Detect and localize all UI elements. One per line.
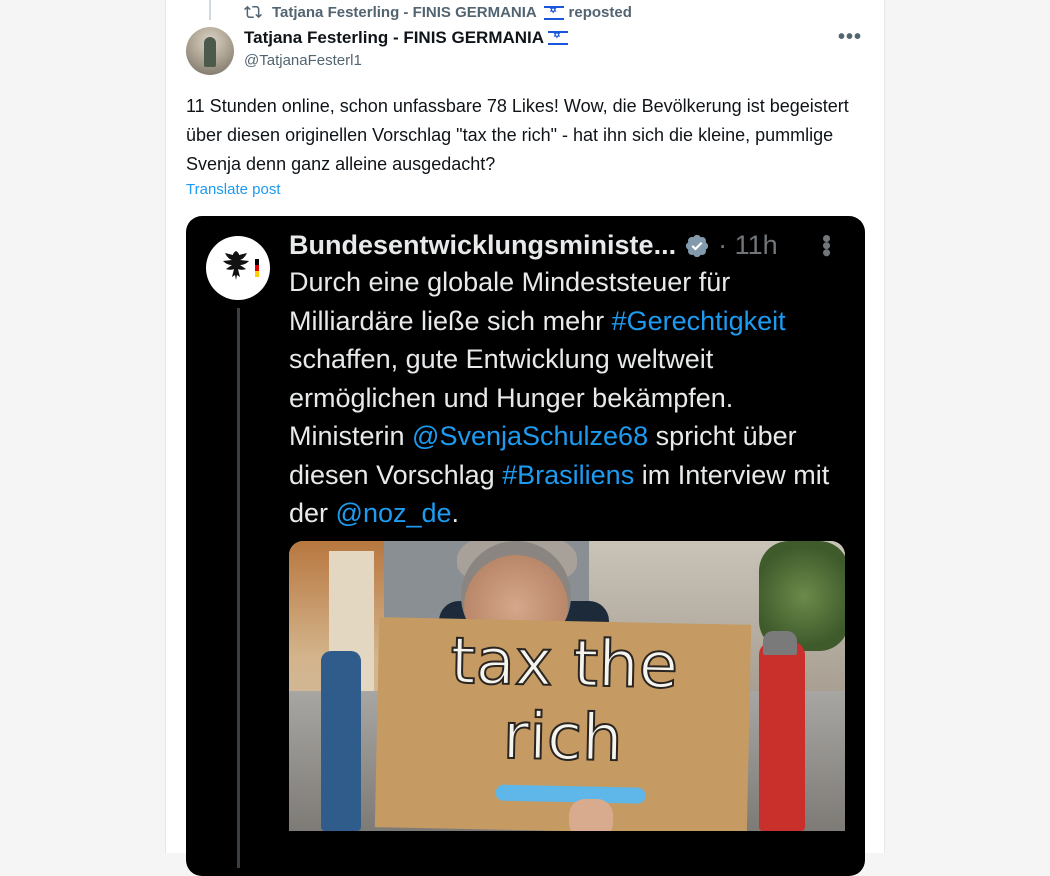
embedded-text: Durch eine globale Mindeststeuer für Mil… — [289, 263, 849, 533]
hashtag-gerechtigkeit: #Gerechtigkeit — [611, 305, 786, 336]
photo-person-left — [321, 651, 361, 831]
embedded-text-part: . — [451, 498, 460, 528]
author-name-text[interactable]: Tatjana Festerling - FINIS GERMANIA — [244, 28, 544, 48]
post-media-image[interactable]: Bundesentwicklungsministe... · 11h ••• D… — [186, 216, 865, 876]
avatar-figure — [204, 37, 216, 67]
embedded-photo: tax the rich — [289, 541, 845, 831]
embedded-more-icon: ••• — [812, 234, 842, 256]
repost-indicator[interactable]: Tatjana Festerling - FINIS GERMANIA repo… — [244, 3, 632, 21]
thread-line — [209, 0, 211, 20]
protest-sign: tax the rich — [374, 617, 752, 831]
federal-eagle-icon — [223, 251, 259, 280]
author-handle[interactable]: @TatjanaFesterl1 — [244, 52, 362, 69]
mention-noz: @noz_de — [335, 498, 452, 528]
more-icon[interactable]: ••• — [838, 26, 862, 49]
sign-text: tax the rich — [376, 623, 751, 779]
hashtag-brasiliens: #Brasiliens — [502, 459, 635, 490]
embedded-thread-line — [237, 308, 240, 868]
repost-label[interactable]: Tatjana Festerling - FINIS GERMANIA — [272, 4, 536, 21]
avatar[interactable] — [186, 27, 234, 75]
embedded-author: Bundesentwicklungsministe... — [289, 230, 677, 260]
embedded-avatar — [206, 236, 270, 300]
photo-hand — [569, 799, 613, 831]
post-text: 11 Stunden online, schon unfassbare 78 L… — [186, 96, 849, 174]
verified-badge-icon — [685, 234, 709, 257]
sign-blue-paint — [495, 784, 646, 804]
tweet-frame: Tatjana Festerling - FINIS GERMANIA repo… — [165, 0, 885, 876]
embedded-time: · 11h — [718, 230, 778, 260]
israel-flag-icon — [548, 30, 569, 45]
photo-person-right — [759, 641, 805, 831]
mention-svenjaschulze: @SvenjaSchulze68 — [412, 421, 649, 451]
embedded-header: Bundesentwicklungsministe... · 11h — [289, 230, 778, 261]
repost-icon — [244, 5, 262, 19]
translate-link[interactable]: Translate post — [186, 181, 281, 198]
sign-line-1: tax the — [449, 624, 680, 705]
repost-suffix: reposted — [568, 3, 632, 21]
photo-person-right-head — [763, 631, 797, 655]
sign-line-2: rich — [501, 699, 624, 777]
israel-flag-icon — [544, 5, 565, 20]
author-name[interactable]: Tatjana Festerling - FINIS GERMANIA — [244, 28, 569, 48]
